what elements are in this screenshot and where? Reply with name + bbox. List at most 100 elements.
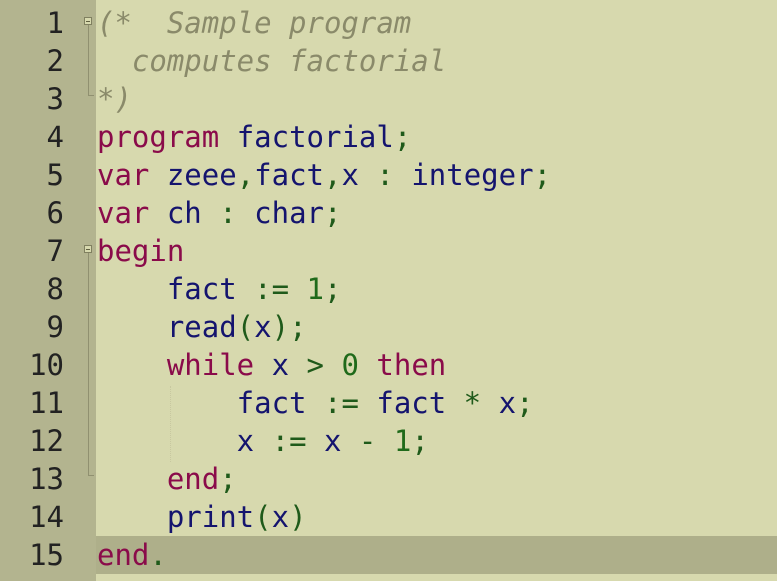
code-token: zeee	[149, 158, 237, 192]
code-text[interactable]: read(x);	[97, 308, 307, 346]
code-text[interactable]: end.	[97, 536, 167, 574]
code-line[interactable]: 1 (* Sample program	[0, 4, 777, 42]
line-number: 15	[29, 538, 64, 572]
code-token: char	[236, 196, 325, 230]
line-number: 5	[46, 158, 64, 192]
code-token: x	[341, 158, 377, 192]
code-line[interactable]: 13 end;	[0, 460, 777, 498]
code-token: fact	[97, 272, 255, 306]
code-token: :=	[271, 424, 307, 458]
code-text[interactable]: fact := 1;	[97, 270, 342, 308]
code-token: *)	[97, 82, 132, 116]
code-token: x	[254, 348, 307, 382]
code-token: fact	[97, 386, 324, 420]
code-token: program	[97, 120, 220, 154]
code-token: end	[166, 462, 220, 496]
code-token: ;	[516, 386, 534, 420]
line-number: 8	[46, 272, 64, 306]
code-token: (	[254, 500, 272, 534]
code-text[interactable]: program factorial;	[97, 118, 411, 156]
code-text[interactable]: computes factorial	[97, 42, 446, 80]
code-line[interactable]: 3 *)	[0, 80, 777, 118]
code-line[interactable]: 11 fact := fact * x;	[0, 384, 777, 422]
code-token: ;	[324, 272, 342, 306]
code-token: fact	[254, 158, 325, 192]
code-token: print	[97, 500, 255, 534]
line-number: 10	[29, 348, 64, 382]
code-line[interactable]: 14 print(x)	[0, 498, 777, 536]
code-token: ;	[411, 424, 429, 458]
code-token: );	[271, 310, 307, 344]
line-number: 6	[46, 196, 64, 230]
code-text[interactable]: x := x - 1;	[97, 422, 429, 460]
code-token: :=	[254, 272, 290, 306]
code-token: x	[271, 500, 290, 534]
code-token: *	[463, 386, 482, 420]
code-token: ch	[149, 196, 220, 230]
code-text[interactable]: fact := fact * x;	[97, 384, 534, 422]
code-token: (	[236, 310, 255, 344]
code-token: :	[219, 196, 237, 230]
code-text[interactable]: print(x)	[97, 498, 307, 536]
code-token: )	[289, 500, 307, 534]
code-token: (* Sample program	[97, 6, 412, 40]
line-number: 3	[46, 82, 64, 116]
code-token: ,	[236, 158, 255, 192]
line-number: 13	[29, 462, 64, 496]
code-token: :=	[323, 386, 359, 420]
line-number: 11	[29, 386, 64, 420]
code-token: var	[97, 196, 150, 230]
code-token: ,	[324, 158, 342, 192]
code-token: x	[254, 310, 272, 344]
line-number: 7	[46, 234, 64, 268]
code-line[interactable]: 10 while x > 0 then	[0, 346, 777, 384]
code-token: then	[376, 348, 447, 382]
code-line[interactable]: 15 end.	[0, 536, 777, 574]
code-token: computes factorial	[97, 44, 447, 78]
code-token: factorial	[236, 120, 394, 154]
code-text[interactable]: var zeee,fact,x : integer;	[97, 156, 551, 194]
code-line[interactable]: 5 var zeee,fact,x : integer;	[0, 156, 777, 194]
code-token: :	[376, 158, 394, 192]
code-token: ;	[219, 462, 237, 496]
code-token: read	[97, 310, 237, 344]
code-text[interactable]: (* Sample program	[97, 4, 411, 42]
code-text[interactable]: var ch : char;	[97, 194, 341, 232]
line-number: 9	[46, 310, 64, 344]
line-number: 14	[29, 500, 64, 534]
code-token: fact	[358, 386, 464, 420]
code-token: integer	[393, 158, 534, 192]
code-token: ;	[393, 120, 412, 154]
code-line[interactable]: 4 program factorial;	[0, 118, 777, 156]
line-number: 1	[46, 6, 64, 40]
code-token: var	[97, 158, 150, 192]
code-token: ;	[533, 158, 552, 192]
code-token: >	[306, 348, 325, 382]
code-text[interactable]: *)	[97, 80, 132, 118]
code-line[interactable]: 9 read(x);	[0, 308, 777, 346]
code-token: ;	[324, 196, 342, 230]
code-text[interactable]: begin	[97, 232, 184, 270]
code-line[interactable]: 2 computes factorial	[0, 42, 777, 80]
code-token: 1	[306, 272, 324, 306]
code-token: x	[481, 386, 517, 420]
code-token: end	[97, 538, 150, 572]
line-number: 12	[29, 424, 64, 458]
code-line[interactable]: 7 begin	[0, 232, 777, 270]
code-token: 0	[341, 348, 359, 382]
code-text[interactable]: while x > 0 then	[97, 346, 446, 384]
line-number: 4	[46, 120, 64, 154]
code-line[interactable]: 8 fact := 1;	[0, 270, 777, 308]
line-number: 2	[46, 44, 64, 78]
code-editor[interactable]: 1 (* Sample program 2 computes factorial 3 *…	[0, 0, 777, 581]
code-text[interactable]: end;	[97, 460, 237, 498]
code-line[interactable]: 6 var ch : char;	[0, 194, 777, 232]
code-line[interactable]: 12 x := x - 1;	[0, 422, 777, 460]
